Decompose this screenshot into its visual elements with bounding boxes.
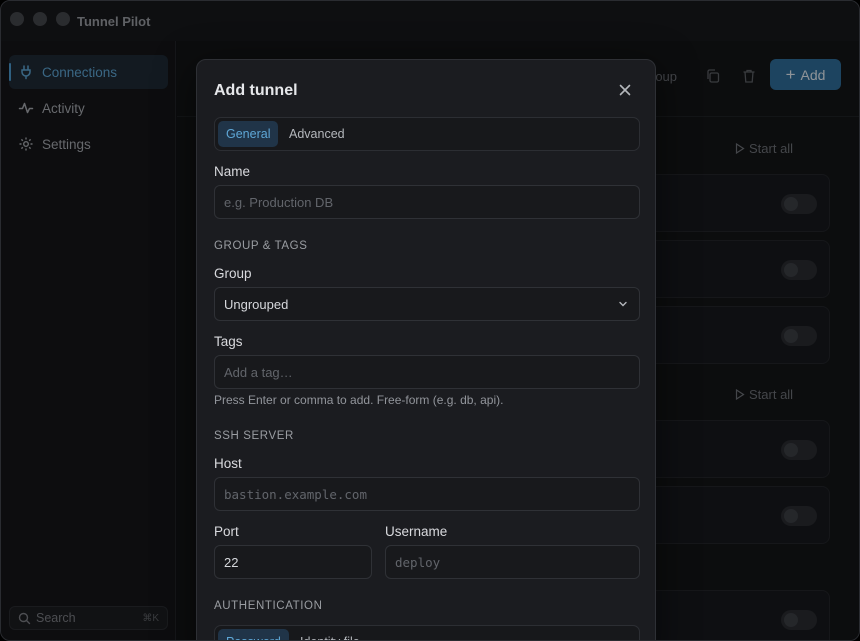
app-window: Tunnel Pilot Connections Activity Settin… — [0, 0, 860, 641]
group-label: Group — [214, 266, 252, 281]
ssh-server-heading: SSH SERVER — [214, 430, 294, 442]
port-label: Port — [214, 524, 239, 539]
host-label: Host — [214, 456, 242, 471]
add-tunnel-dialog: Add tunnel General Advanced Name e.g. Pr… — [196, 59, 656, 640]
dialog-title: Add tunnel — [214, 82, 298, 99]
dialog-tabs: General Advanced — [214, 117, 640, 151]
tab-general[interactable]: General — [218, 121, 279, 147]
close-icon[interactable] — [617, 82, 633, 98]
group-select-value: Ungrouped — [224, 296, 289, 312]
tab-password[interactable]: Password — [218, 629, 289, 640]
authentication-heading: AUTHENTICATION — [214, 600, 323, 612]
port-field[interactable]: 22 — [214, 545, 372, 579]
username-field[interactable]: deploy — [385, 545, 640, 579]
name-label: Name — [214, 164, 251, 179]
group-tags-heading: GROUP & TAGS — [214, 240, 308, 252]
host-field[interactable]: bastion.example.com — [214, 477, 640, 511]
tags-label: Tags — [214, 334, 243, 349]
tags-input[interactable]: Add a tag… — [214, 355, 640, 389]
tags-hint: Press Enter or comma to add. Free-form (… — [214, 393, 504, 407]
group-select[interactable]: Ungrouped — [214, 287, 640, 321]
name-field[interactable]: e.g. Production DB — [214, 185, 640, 219]
chevron-down-icon — [617, 298, 629, 310]
username-label: Username — [385, 524, 448, 539]
tab-identity-file[interactable]: Identity file — [292, 629, 368, 640]
tab-advanced[interactable]: Advanced — [281, 121, 353, 147]
auth-method-tabs: Password Identity file — [214, 625, 640, 640]
